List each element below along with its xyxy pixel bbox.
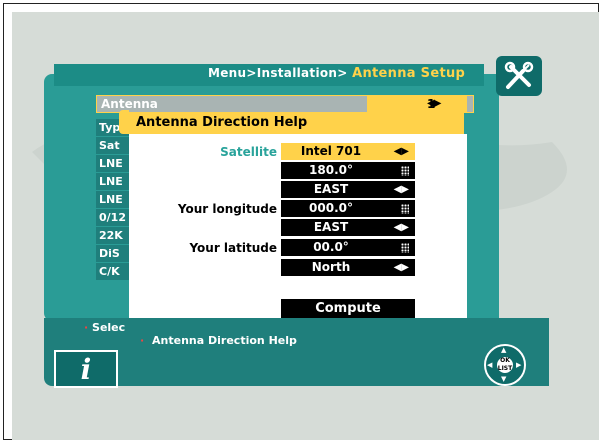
select-hint: · Selec	[84, 321, 125, 334]
left-right-arrows-icon: ◀▶	[393, 222, 409, 233]
sat-longitude-input[interactable]: 180.0°	[281, 162, 415, 179]
info-icon: i	[54, 350, 118, 388]
your-latitude-dir-select[interactable]: North ◀▶	[281, 259, 415, 276]
select-hint-text: Selec	[92, 321, 126, 334]
list-label: LIST	[497, 365, 513, 372]
sat-direction-select[interactable]: EAST ◀▶	[281, 181, 415, 198]
left-right-arrows-icon: ◀▶	[393, 146, 409, 157]
sat-direction-row: EAST ◀▶	[129, 181, 467, 199]
satellite-select[interactable]: Intel 701 ◀▶	[281, 143, 415, 160]
your-latitude-label: Your latitude	[189, 241, 277, 255]
ok-list-button: OK LIST	[497, 357, 513, 373]
antenna-value-field[interactable]: 1 ◀▶	[367, 96, 467, 112]
your-longitude-row: Your longitude 000.0°	[129, 200, 467, 218]
left-right-arrows-icon: ◀▶	[393, 184, 409, 195]
dialog-title-tab	[119, 110, 129, 134]
dialog-title-bar: Antenna Direction Help	[119, 110, 464, 134]
ok-list-navigation-icon: ▲ ▼ ◀ ▶ OK LIST	[484, 344, 526, 386]
ok-label: OK	[500, 357, 510, 364]
select-bullet-icon: ·	[84, 321, 89, 334]
keypad-icon	[401, 239, 409, 259]
your-longitude-input[interactable]: 000.0°	[281, 200, 415, 217]
help-bullet-icon: ·	[140, 334, 145, 347]
dialog-title: Antenna Direction Help	[136, 115, 308, 130]
left-right-arrows-icon: ◀▶	[427, 98, 441, 109]
sat-direction-value: EAST	[313, 182, 349, 196]
your-latitude-dir-value: North	[311, 260, 351, 274]
your-longitude-dir-value: EAST	[313, 220, 349, 234]
your-longitude-dir-row: EAST ◀▶	[129, 219, 467, 237]
sat-longitude-value: 180.0°	[309, 163, 353, 177]
breadcrumb: Menu>Installation> Antenna Setup	[208, 66, 465, 81]
help-text: · Antenna Direction Help	[140, 334, 297, 347]
arrow-left-icon: ◀	[487, 361, 493, 369]
antenna-row[interactable]: Antenna 1 ◀▶	[96, 95, 474, 113]
antenna-label: Antenna	[101, 97, 158, 111]
satellite-row: Satellite Intel 701 ◀▶	[129, 143, 467, 161]
antenna-direction-dialog: Satellite Intel 701 ◀▶ 180.0° EAST ◀▶ Yo…	[129, 134, 467, 334]
breadcrumb-current: Antenna Setup	[352, 66, 466, 81]
breadcrumb-path: Menu>Installation>	[208, 66, 348, 80]
your-latitude-value: 00.0°	[313, 240, 349, 254]
arrow-right-icon: ▶	[516, 361, 522, 369]
keypad-icon	[401, 162, 409, 182]
arrow-up-icon: ▲	[501, 346, 507, 354]
keypad-icon	[401, 200, 409, 220]
your-longitude-label: Your longitude	[177, 202, 277, 216]
your-latitude-input[interactable]: 00.0°	[281, 239, 415, 256]
your-latitude-dir-row: North ◀▶	[129, 259, 467, 277]
help-text-label: Antenna Direction Help	[152, 334, 297, 347]
your-longitude-dir-select[interactable]: EAST ◀▶	[281, 219, 415, 236]
compute-button[interactable]: Compute	[281, 299, 415, 318]
your-latitude-row: Your latitude 00.0°	[129, 239, 467, 257]
sat-longitude-row: 180.0°	[129, 162, 467, 180]
arrow-down-icon: ▼	[501, 375, 507, 383]
left-right-arrows-icon: ◀▶	[393, 262, 409, 273]
satellite-label: Satellite	[220, 145, 277, 159]
tools-icon	[496, 56, 542, 96]
your-longitude-value: 000.0°	[309, 201, 353, 215]
satellite-value: Intel 701	[300, 144, 362, 158]
